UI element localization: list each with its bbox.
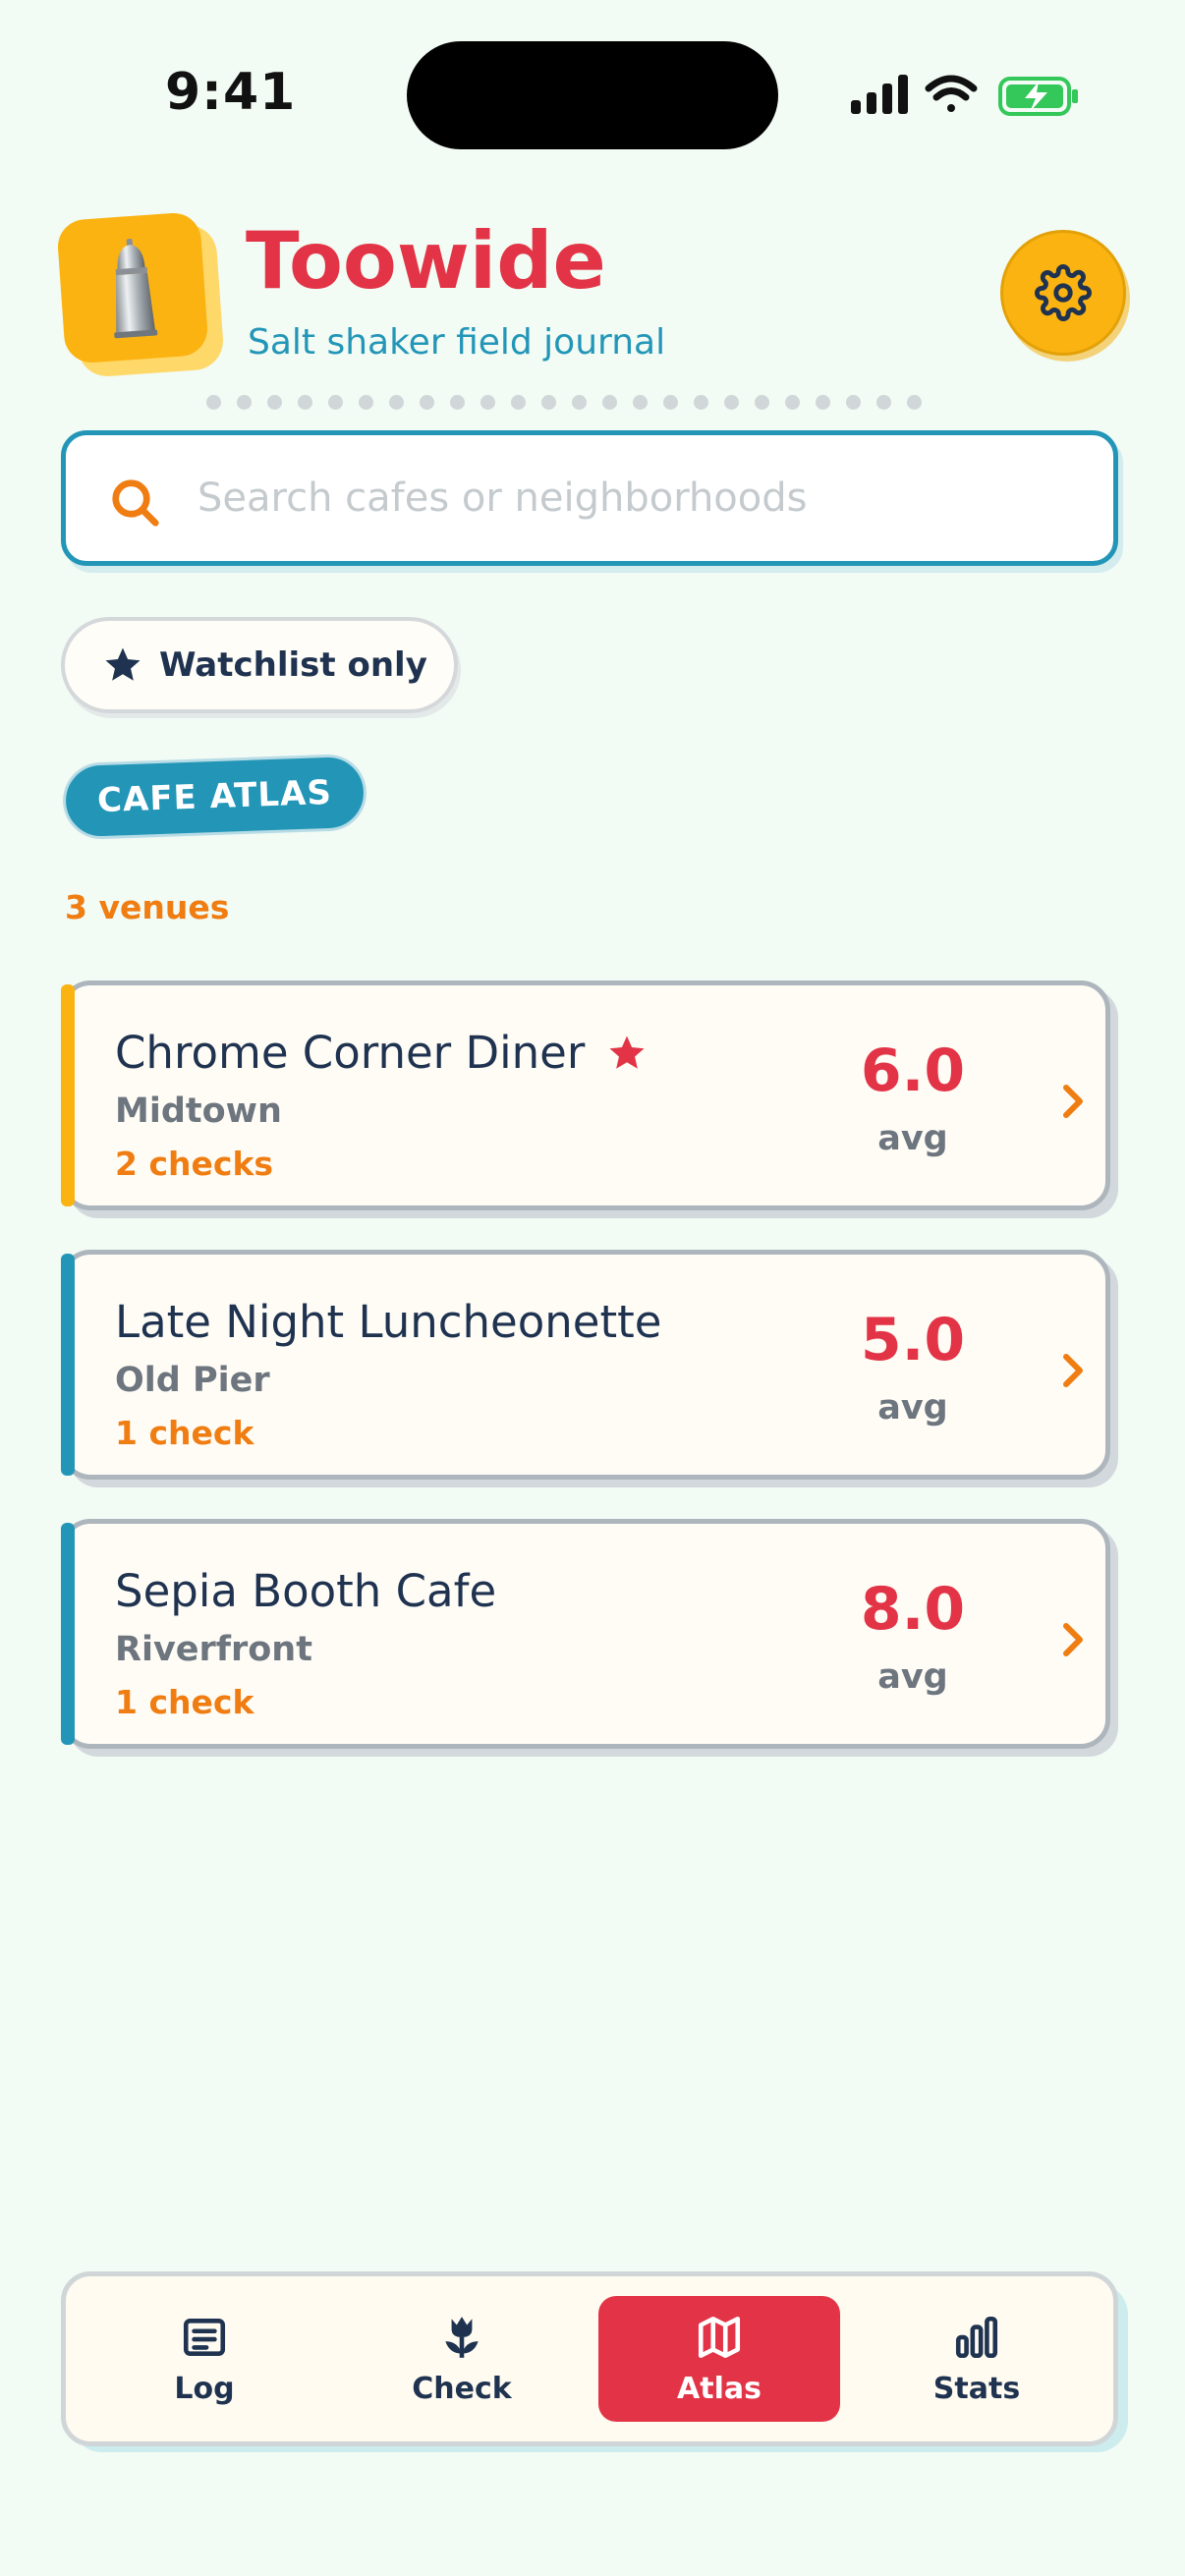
status-bar: 9:41 [0, 0, 1185, 196]
venue-card[interactable]: Late Night Luncheonette Old Pier 1 check… [61, 1250, 1120, 1487]
venue-avg-score: 8.0 [860, 1575, 966, 1644]
settings-button[interactable] [1000, 230, 1126, 356]
battery-charging-icon [998, 77, 1078, 116]
venue-accent-bar [61, 1523, 75, 1745]
bar-chart-icon [955, 2316, 998, 2358]
dynamic-island [407, 41, 778, 149]
tulip-icon [445, 2316, 479, 2358]
venue-check-count: 1 check [115, 1414, 254, 1452]
tab-label: Atlas [677, 2371, 762, 2406]
gear-icon [1035, 264, 1092, 321]
chevron-right-icon [1063, 1354, 1083, 1387]
venue-check-count: 2 checks [115, 1145, 274, 1183]
salt-shaker-icon [114, 239, 158, 339]
watchlist-star-icon [609, 1036, 645, 1069]
venue-card[interactable]: Sepia Booth Cafe Riverfront 1 check 8.0 … [61, 1519, 1120, 1757]
tab-label: Check [412, 2371, 512, 2406]
cellular-signal-icon [851, 75, 908, 114]
venue-accent-bar [61, 1254, 75, 1476]
venue-check-count: 1 check [115, 1683, 254, 1721]
venue-avg-score: 6.0 [860, 1036, 966, 1105]
status-icons [851, 75, 1078, 116]
map-icon [698, 2316, 741, 2358]
watchlist-filter-toggle[interactable]: Watchlist only [61, 617, 458, 713]
venue-accent-bar [61, 984, 75, 1206]
venue-neighborhood: Midtown [115, 1092, 282, 1131]
tab-label: Log [174, 2371, 235, 2406]
tab-atlas[interactable]: Atlas [598, 2296, 840, 2422]
star-icon [105, 647, 141, 681]
tab-bar: Log Check Atlas Stats [61, 2271, 1118, 2446]
app-subtitle: Salt shaker field journal [248, 322, 666, 363]
tab-stats[interactable]: Stats [856, 2296, 1098, 2422]
watchlist-filter-label: Watchlist only [159, 645, 427, 685]
venue-name: Late Night Luncheonette [115, 1296, 662, 1348]
list-icon [183, 2318, 226, 2356]
venue-name: Sepia Booth Cafe [115, 1565, 497, 1617]
tab-log[interactable]: Log [84, 2296, 325, 2422]
venue-neighborhood: Old Pier [115, 1361, 270, 1400]
venue-avg-score: 5.0 [860, 1306, 966, 1374]
venue-list: Chrome Corner Diner Midtown 2 checks 6.0… [61, 980, 1126, 1788]
decorative-dot-divider [206, 395, 922, 410]
search-input[interactable] [198, 465, 1062, 532]
venue-score-label: avg [877, 1388, 948, 1428]
tab-check[interactable]: Check [341, 2296, 583, 2422]
venue-count: 3 venues [65, 888, 230, 926]
venue-name: Chrome Corner Diner [115, 1027, 586, 1079]
app-title: Toowide [246, 215, 606, 307]
chevron-right-icon [1063, 1085, 1083, 1118]
section-badge: CAFE ATLAS [61, 753, 368, 841]
app-logo [56, 211, 225, 378]
status-time: 9:41 [165, 63, 297, 122]
search-box[interactable] [61, 430, 1118, 566]
venue-neighborhood: Riverfront [115, 1630, 312, 1669]
venue-card[interactable]: Chrome Corner Diner Midtown 2 checks 6.0… [61, 980, 1120, 1218]
chevron-right-icon [1063, 1623, 1083, 1656]
search-icon [112, 479, 159, 527]
venue-score-label: avg [877, 1119, 948, 1158]
wifi-icon [925, 75, 978, 112]
venue-score-label: avg [877, 1657, 948, 1697]
tab-label: Stats [932, 2371, 1021, 2406]
